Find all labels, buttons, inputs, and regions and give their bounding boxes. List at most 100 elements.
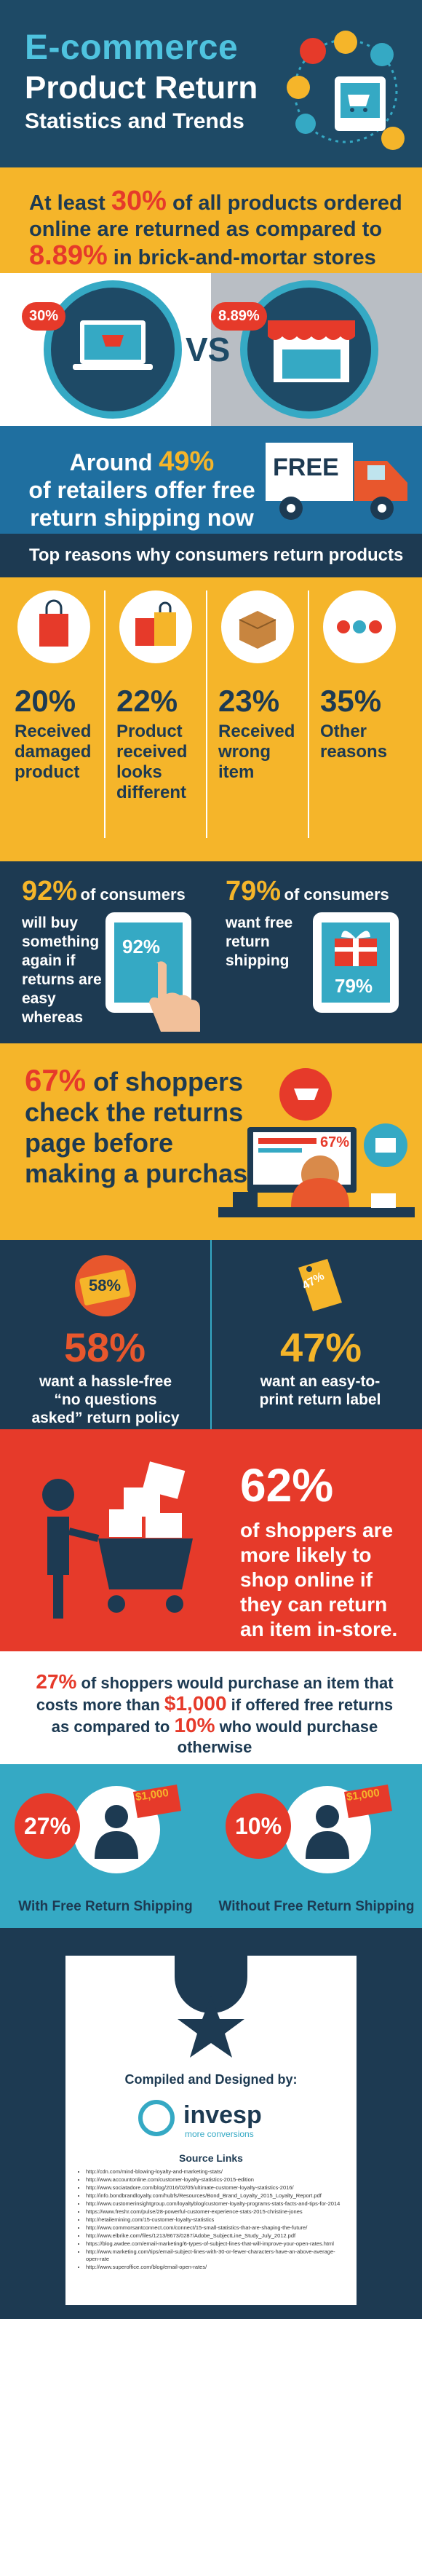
vs-label: VS	[186, 331, 231, 368]
invesp-logo-icon	[138, 2100, 175, 2136]
source-link[interactable]: http://www.accountonline.com/customer-lo…	[86, 2176, 343, 2184]
free-shipping-text: Around 49% of retailers offer free retur…	[22, 448, 262, 532]
star-icon	[178, 1996, 244, 2058]
instore-pct: 62%	[240, 1459, 334, 1512]
title-line-2: Product Return	[25, 70, 258, 106]
hassle-section: 58% 58% want a hassle-free “no questions…	[0, 1240, 422, 1429]
source-link[interactable]: http://www.elbrike.com/files/1213/8673/0…	[86, 2232, 343, 2240]
reason-pct: 22%	[116, 684, 178, 718]
check-pct: 67%	[25, 1063, 87, 1097]
reason-icon-bg	[17, 590, 90, 663]
truck-free-label: FREE	[273, 454, 339, 481]
logo-tagline: more conversions	[185, 2129, 254, 2139]
pay-more-section: 27% of shoppers would purchase an item t…	[0, 1651, 422, 1764]
reason-item: 22% Product received looks different	[111, 590, 202, 845]
loyalty-left-pct: 92%	[22, 876, 78, 906]
pay-pct-free: 27%	[36, 1670, 77, 1693]
without-free-label: Without Free Return Shipping	[218, 1899, 415, 1914]
shopper-with-cart-illustration	[42, 1461, 193, 1619]
source-links-title: Source Links	[179, 2152, 243, 2164]
free-shipping-section: Around 49% of retailers offer free retur…	[0, 426, 422, 534]
tablet-left-pct: 92%	[122, 936, 161, 957]
more-dots-icon	[337, 620, 382, 633]
loyalty-right-pct: 79%	[226, 876, 282, 906]
intro-part-3: in brick-and-mortar stores	[107, 246, 376, 269]
reason-item: 20% Received damaged product	[9, 590, 100, 845]
reasons-heading: Top reasons why consumers return product…	[29, 545, 404, 565]
compiled-by: Compiled and Designed by:	[124, 2072, 298, 2087]
online-panel: 30%	[0, 273, 211, 426]
intro-part-1: At least	[29, 191, 111, 215]
shopper-at-computer-illustration	[218, 1068, 415, 1217]
source-link[interactable]: https://www.freshr.com/pulse/28-powerful…	[86, 2208, 343, 2216]
with-free-label: With Free Return Shipping	[18, 1899, 193, 1914]
title-line-3: Statistics and Trends	[25, 109, 244, 133]
print-label-label: want an easy-to-print return label	[259, 1373, 381, 1408]
with-free-pct: 27%	[15, 1793, 80, 1859]
delivery-truck-icon	[266, 443, 407, 520]
header-section: E-commerce Product Return Statistics and…	[0, 0, 422, 167]
instore-label: of shoppers are more likely to shop onli…	[240, 1519, 398, 1640]
divider	[210, 1240, 212, 1429]
loyalty-right-of: of consumers	[284, 885, 389, 904]
source-link[interactable]: http://www.commorsantconnect.com/connect…	[86, 2224, 343, 2232]
print-label-pct: 47%	[280, 1324, 362, 1370]
without-free-pct: 10%	[226, 1793, 291, 1859]
with-free-panel: 27% $1,000 With Free Return Shipping	[0, 1764, 211, 1928]
divider	[206, 590, 207, 838]
screen-pct: 67%	[320, 1134, 350, 1150]
source-link[interactable]: http://retailemining.com/15-customer-loy…	[86, 2216, 343, 2224]
compare-section: 30% 8.89% VS	[0, 273, 422, 426]
tablet-right-pct: 79%	[335, 975, 373, 997]
pay-pct-nofree: 10%	[174, 1714, 215, 1737]
package-box-icon	[239, 611, 276, 649]
intro-section: At least 30% of all products ordered onl…	[0, 167, 422, 273]
source-link[interactable]: http://cdn.com/mind-blowing-loyalty-and-…	[86, 2168, 343, 2176]
laptop-cart-icon	[73, 320, 153, 370]
free-shipping-lead: Around	[69, 449, 159, 475]
gift-bags-icon	[135, 601, 176, 646]
pay-more-text: 27% of shoppers would purchase an item t…	[29, 1672, 400, 1758]
free-shipping-rest: of retailers offer free return shipping …	[28, 477, 255, 531]
hassle-free-label: want a hassle-free “no questions asked” …	[31, 1373, 180, 1426]
reasons-section: Top reasons why consumers return product…	[0, 534, 422, 861]
reasons-header: Top reasons why consumers return product…	[0, 534, 422, 577]
instore-section: 62% of shoppers are more likely to shop …	[0, 1429, 422, 1651]
reason-label: Received damaged product	[15, 722, 92, 782]
gift-box-icon	[335, 931, 377, 966]
divider	[104, 590, 106, 838]
loyalty-left-label: will buy something again if returns are …	[22, 914, 102, 1026]
storefront-icon	[268, 320, 355, 382]
source-link[interactable]: http://info.bondbrandloyalty.com/hubfs/R…	[86, 2192, 343, 2200]
source-link[interactable]: http://www.customerinsightgroup.com/loya…	[86, 2200, 343, 2208]
free-shipping-pct: 49%	[159, 446, 215, 477]
loyalty-left-of: of consumers	[80, 885, 186, 904]
reason-pct: 20%	[15, 684, 76, 718]
reason-icon-bg	[119, 590, 192, 663]
source-links-list: http://cdn.com/mind-blowing-loyalty-and-…	[79, 2168, 343, 2272]
title-line-1: E-commerce	[25, 28, 239, 67]
store-return-badge: 8.89%	[211, 302, 267, 331]
loyalty-left-stat: 92% of consumers	[22, 876, 186, 907]
loyalty-right-label: want free return shipping	[226, 914, 293, 969]
intro-text: At least 30% of all products ordered onl…	[29, 186, 407, 271]
source-link[interactable]: http://www.sociatadore.com/blog/2016/02/…	[86, 2184, 343, 2192]
reason-item: 23% Received wrong item	[212, 590, 303, 845]
reason-label: Received wrong item	[218, 722, 295, 782]
store-panel: 8.89%	[211, 273, 422, 426]
loyalty-right-stat: 79% of consumers	[226, 876, 389, 907]
logo-name: invesp	[183, 2101, 262, 2129]
loyalty-section: 92% of consumers will buy something agai…	[0, 861, 422, 1043]
source-link[interactable]: https://blog.awdee.com/email-marketing/6…	[86, 2240, 343, 2248]
footer-section: Compiled and Designed by: invesp more co…	[0, 1928, 422, 2319]
hassle-free-pct: 58%	[64, 1324, 146, 1370]
divider	[308, 590, 309, 838]
intro-online-pct: 30%	[111, 186, 167, 216]
pointing-hand-icon	[149, 961, 200, 1032]
source-link[interactable]: http://www.marketing.com/tips/email-subj…	[86, 2248, 343, 2263]
shopping-bag-icon	[39, 599, 68, 647]
source-link[interactable]: http://www.superoffice.com/blog/email-op…	[86, 2264, 343, 2271]
left-tag-pct: 58%	[89, 1276, 122, 1295]
reason-pct: 23%	[218, 684, 280, 718]
reason-label: Product received looks different	[116, 722, 188, 802]
